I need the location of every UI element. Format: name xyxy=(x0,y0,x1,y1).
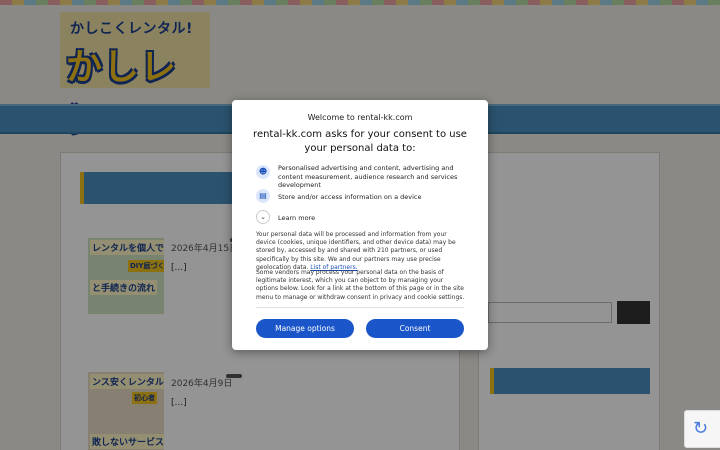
consent-welcome: Welcome to rental-kk.com xyxy=(307,113,413,122)
purpose-personalised-ads: Personalised advertising and content, ad… xyxy=(278,164,458,189)
person-icon: ☻ xyxy=(256,165,270,179)
recaptcha-icon: ↻ xyxy=(693,418,709,439)
consent-dialog: Welcome to rental-kk.com rental-kk.com a… xyxy=(232,100,488,350)
dialog-divider xyxy=(256,307,464,308)
manage-options-button[interactable]: Manage options xyxy=(256,319,354,338)
consent-paragraph-1: Your personal data will be processed and… xyxy=(256,231,466,272)
recaptcha-badge[interactable]: ↻ xyxy=(684,410,720,448)
consent-paragraph-2: Some vendors may process your personal d… xyxy=(256,269,465,301)
learn-more-toggle[interactable]: Learn more xyxy=(278,214,315,222)
chevron-down-icon[interactable]: ⌄ xyxy=(256,210,270,224)
device-icon: ▤ xyxy=(256,189,270,203)
purpose-device-storage: Store and/or access information on a dev… xyxy=(278,193,422,201)
consent-heading: rental-kk.com asks for your consent to u… xyxy=(253,129,467,154)
consent-button[interactable]: Consent xyxy=(366,319,464,338)
